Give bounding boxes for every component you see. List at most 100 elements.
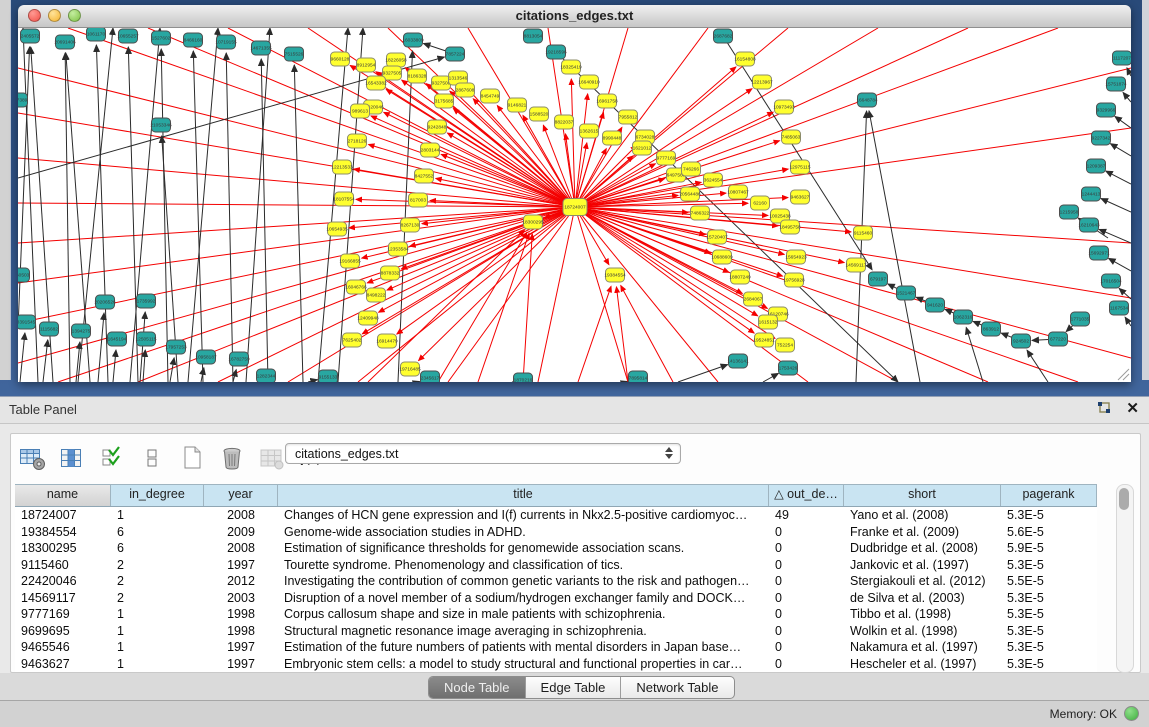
citation-edge-black (1110, 144, 1131, 156)
citation-edge-black (308, 380, 317, 382)
table-panel: Table Panel ✕ (0, 396, 1149, 701)
node-label: 1209387 (1087, 164, 1106, 170)
tab-node-table[interactable]: Node Table (429, 677, 526, 698)
cell: 49 (769, 507, 844, 524)
column-header-out_degree[interactable]: △ out_de… (769, 485, 844, 506)
column-header-name[interactable]: name (15, 485, 111, 506)
table-row[interactable]: 946554611997Estimation of the future num… (15, 639, 1097, 656)
node-label: 7515526 (285, 52, 304, 58)
table-row[interactable]: 1872400712008Changes of HCN gene express… (15, 507, 1097, 524)
node-label: 9146821 (508, 103, 527, 109)
cell: Estimation of significance thresholds fo… (278, 540, 769, 557)
table-row[interactable]: 946362711997Embryonic stem cells: a mode… (15, 656, 1097, 673)
node-label: 7955812 (619, 115, 638, 121)
node-label: 8878332 (381, 271, 400, 277)
citation-edge-red (575, 28, 1058, 207)
node-label: 1645194 (108, 337, 127, 343)
node-label: 1870216 (514, 378, 533, 382)
citation-edge-black (113, 350, 116, 382)
node-label: 14136141 (727, 359, 749, 365)
node-label: 21053346 (150, 123, 172, 129)
node-label: 679197 (870, 277, 886, 283)
node-label: 863912 (983, 327, 999, 333)
tab-network-table[interactable]: Network Table (621, 677, 733, 698)
node-label: 12353584 (387, 247, 409, 253)
node-label: 8454749 (481, 94, 500, 100)
table-row[interactable]: 911546021997Tourette syndrome. Phenomeno… (15, 557, 1097, 574)
node-label: 9115460 (854, 231, 873, 237)
tab-edge-table[interactable]: Edge Table (526, 677, 622, 698)
citation-edge-red (575, 28, 708, 207)
cell: 2009 (204, 524, 278, 541)
table-chooser-select[interactable]: citations_edges.txt (285, 443, 681, 464)
cell: 1998 (204, 623, 278, 640)
cell: Genome-wide association studies in ADHD. (278, 524, 769, 541)
new-table-button[interactable] (177, 443, 207, 473)
node-label: 2687682 (714, 34, 733, 40)
cell: 0 (769, 656, 844, 673)
node-label: 941620 (927, 303, 943, 309)
node-label: 16210643 (1078, 223, 1100, 229)
cell: 6 (111, 524, 204, 541)
network-window-titlebar[interactable]: citations_edges.txt (18, 5, 1131, 28)
node-label: 7486322 (691, 211, 710, 217)
node-label: 18107554 (333, 197, 355, 203)
window-resize-grip[interactable] (1118, 369, 1129, 380)
citation-edge-black (763, 373, 778, 382)
citation-edge-red (575, 207, 628, 382)
close-panel-icon[interactable]: ✕ (1126, 401, 1139, 417)
table-row[interactable]: 969969511998Structural magnetic resonanc… (15, 623, 1097, 640)
table-settings-button[interactable] (17, 443, 47, 473)
column-header-title[interactable]: title (278, 485, 769, 506)
cell: Franke et al. (2009) (844, 524, 1001, 541)
node-label: 19716485 (399, 367, 421, 373)
node-label: 16640910 (578, 80, 600, 86)
citation-edge-black (1027, 350, 1048, 382)
column-header-year[interactable]: year (204, 485, 278, 506)
node-label: 2345617 (421, 376, 440, 382)
scrollbar-thumb[interactable] (1119, 488, 1129, 510)
table-panel-title: Table Panel (9, 402, 77, 417)
cell: Estimation of the future numbers of pati… (278, 639, 769, 656)
citation-edge-red (18, 207, 575, 283)
node-label: 1062316 (954, 315, 973, 321)
column-header-pagerank[interactable]: pagerank (1001, 485, 1097, 506)
row-options-button[interactable] (137, 443, 167, 473)
node-label: 8912954 (357, 63, 376, 69)
citation-edge-black (226, 53, 233, 382)
node-label: 8466160 (184, 38, 203, 44)
citation-edge-black (1125, 317, 1131, 326)
cell: 0 (769, 540, 844, 557)
table-row[interactable]: 1938455462009Genome-wide association stu… (15, 524, 1097, 541)
node-label: 1588520 (530, 112, 549, 118)
cell: Corpus callosum shape and size in male p… (278, 606, 769, 623)
node-label: 8498222 (367, 293, 386, 299)
delete-table-button[interactable] (217, 443, 247, 473)
node-label: 19524851 (753, 338, 775, 344)
network-canvas[interactable]: 2405572206914061061170106552571527602846… (18, 28, 1131, 382)
cell: 5.3E-5 (1001, 606, 1097, 623)
node-label: 19384554 (604, 273, 626, 279)
node-label: 1394275 (72, 329, 91, 335)
cell: 2008 (204, 540, 278, 557)
node-label: 10025438 (769, 214, 791, 220)
table-row[interactable]: 977716911998Corpus callosum shape and si… (15, 606, 1097, 623)
column-header-in_degree[interactable]: in_degree (111, 485, 204, 506)
cell: 1997 (204, 639, 278, 656)
select-columns-button[interactable] (97, 443, 127, 473)
cell: Jankovic et al. (1997) (844, 557, 1001, 574)
table-tabs-bar: Node TableEdge TableNetwork Table (0, 673, 1149, 701)
table-row[interactable]: 1456911722003Disruption of a novel membe… (15, 590, 1097, 607)
node-label: 1753426 (779, 366, 798, 372)
show-column-button[interactable] (57, 443, 87, 473)
node-label: 18226058 (385, 58, 407, 64)
citation-edge-red (371, 116, 575, 207)
table-vertical-scrollbar[interactable] (1116, 484, 1134, 673)
node-label: 817003 (410, 198, 426, 204)
citation-edge-black (1115, 116, 1131, 128)
column-header-short[interactable]: short (844, 485, 1001, 506)
table-row[interactable]: 2242004622012Investigating the contribut… (15, 573, 1097, 590)
float-panel-icon[interactable] (1096, 401, 1112, 417)
table-row[interactable]: 1830029562008Estimation of significance … (15, 540, 1097, 557)
cell: 1 (111, 606, 204, 623)
